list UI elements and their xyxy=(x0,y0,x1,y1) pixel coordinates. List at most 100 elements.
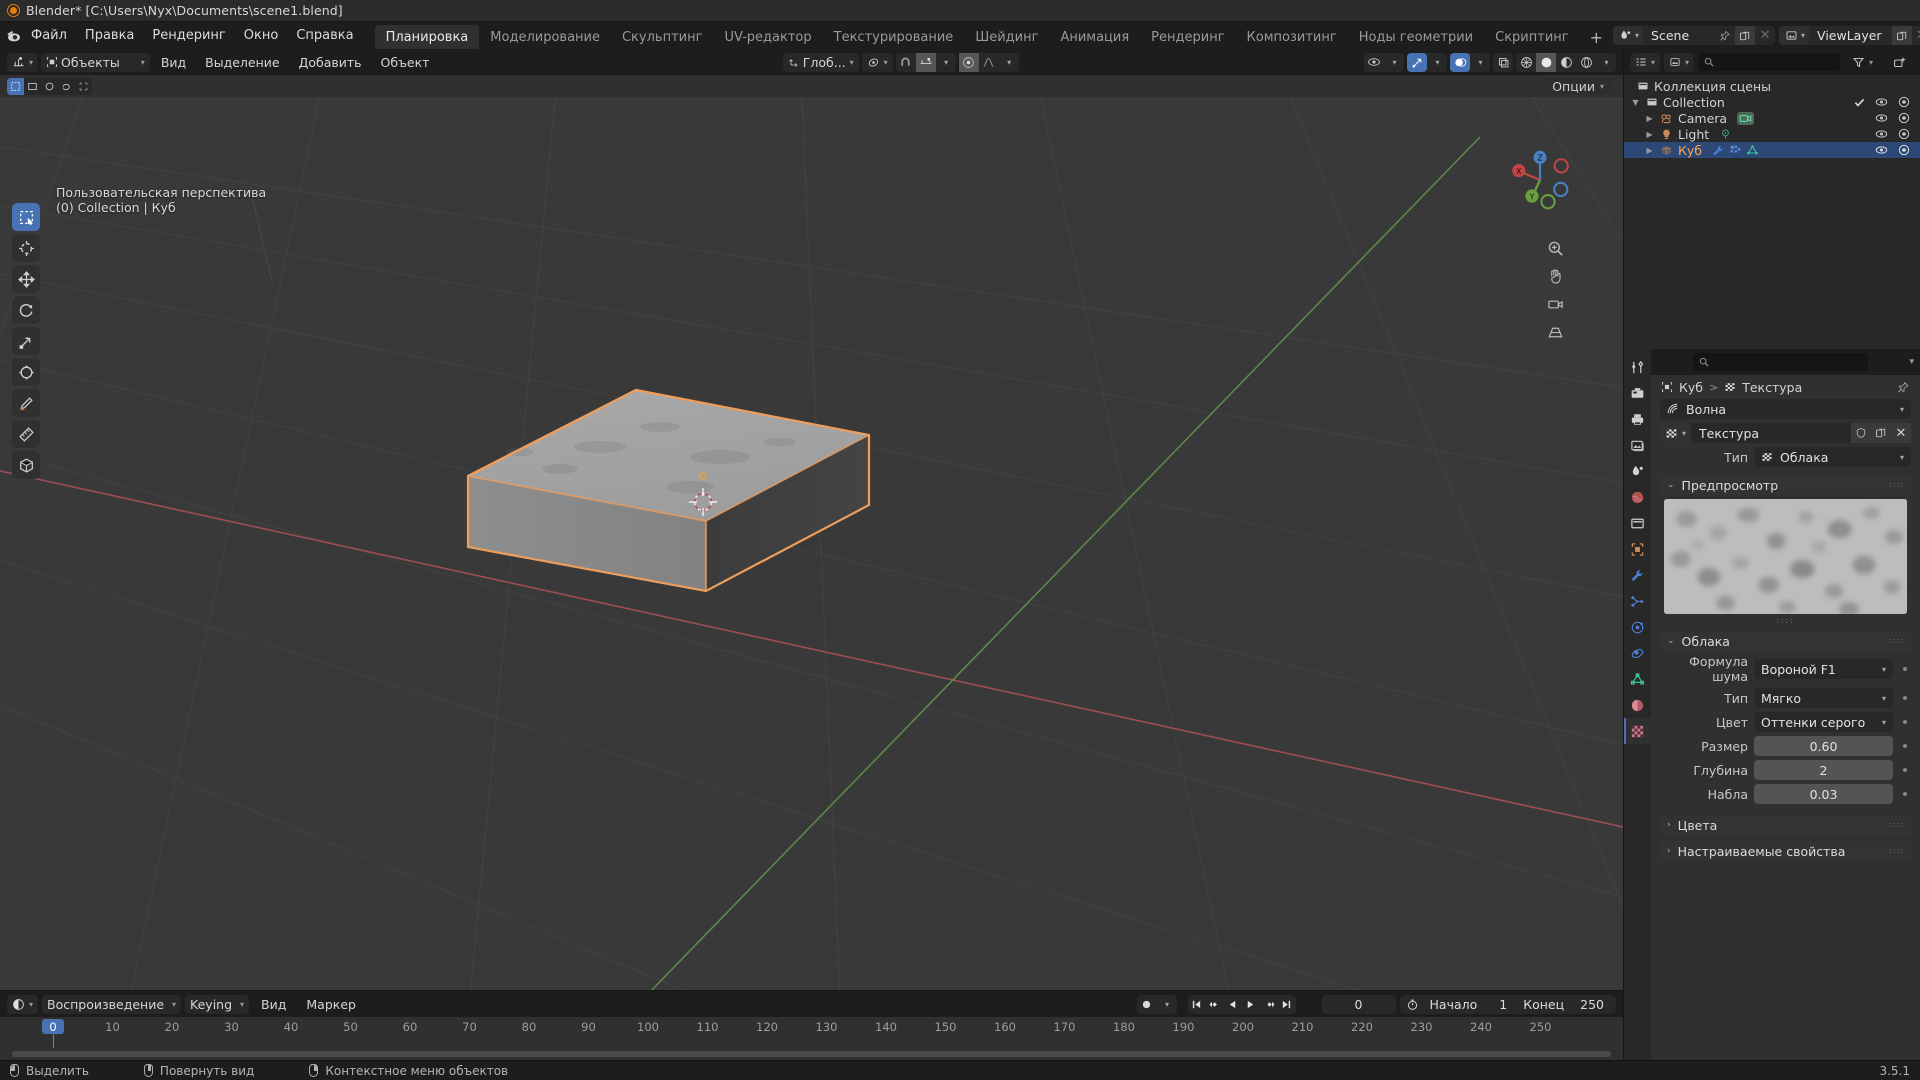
add-workspace-button[interactable]: + xyxy=(1580,25,1613,49)
auto-keying-dropdown-caret[interactable]: ▾ xyxy=(1157,995,1177,1014)
texture-type-dropdown[interactable]: Облака ▾ xyxy=(1754,447,1911,467)
texture-datablock-browse[interactable]: ▾ xyxy=(1660,423,1692,443)
unlink-x-icon[interactable]: ✕ xyxy=(1891,423,1911,443)
timeline-horizontal-scrollbar[interactable] xyxy=(12,1051,1611,1057)
play-icon[interactable] xyxy=(1241,994,1260,1014)
transform-orientation-selector[interactable]: Глоб... ▾ xyxy=(782,52,859,72)
cloud-type-dropdown[interactable]: Мягко ▾ xyxy=(1754,688,1893,708)
add-cube-tool[interactable] xyxy=(12,451,40,479)
cloud-color-dropdown[interactable]: Оттенки серого ▾ xyxy=(1754,712,1893,732)
outliner-editor-type-selector[interactable]: ▾ xyxy=(1630,52,1661,72)
delete-viewlayer-button[interactable]: ✕ xyxy=(1912,26,1920,45)
breadcrumb-object-label[interactable]: Куб xyxy=(1679,380,1703,395)
texture-tab[interactable] xyxy=(1624,718,1651,744)
viewport-menu-select[interactable]: Выделение xyxy=(197,53,287,72)
material-icon[interactable] xyxy=(1729,144,1742,157)
clouds-panel-header[interactable]: ⌄ Облака :::: xyxy=(1660,631,1911,651)
magnet-icon[interactable] xyxy=(896,53,916,72)
camera-data-icon[interactable] xyxy=(1737,111,1755,125)
viewport-options-button[interactable]: Опции ▾ xyxy=(1545,77,1611,95)
animate-property-dot[interactable] xyxy=(1899,768,1911,772)
tweak-tool[interactable] xyxy=(12,203,40,231)
frame-range-fields[interactable]: Начало 1 Конец 250 xyxy=(1399,994,1616,1014)
viewport-menu-object[interactable]: Объект xyxy=(373,53,438,72)
tab-sculpting[interactable]: Скульптинг xyxy=(611,25,713,49)
render-camera-icon[interactable] xyxy=(1898,96,1910,108)
menu-file[interactable]: Файл xyxy=(22,22,76,49)
menu-render[interactable]: Рендеринг xyxy=(143,22,234,49)
proportional-edit-icon[interactable] xyxy=(958,52,979,72)
snap-increment-icon[interactable] xyxy=(915,52,936,72)
tool-tab[interactable] xyxy=(1624,354,1651,380)
nabla-value-field[interactable]: 0.03 xyxy=(1754,784,1893,804)
xray-toggle-icon[interactable] xyxy=(1493,53,1513,72)
mesh-data-icon[interactable] xyxy=(1746,144,1759,157)
animate-property-dot[interactable] xyxy=(1899,696,1911,700)
scene-name[interactable]: Scene xyxy=(1643,28,1715,43)
new-collection-icon[interactable] xyxy=(1885,53,1914,72)
cursor-tool[interactable] xyxy=(12,234,40,262)
viewlayer-selector[interactable]: ▾ ViewLayer ✕ xyxy=(1779,26,1920,45)
viewlayer-images-tab[interactable] xyxy=(1624,432,1651,458)
camera-view-icon[interactable] xyxy=(1546,295,1565,314)
animate-property-dot[interactable] xyxy=(1899,720,1911,724)
checkbox-icon[interactable] xyxy=(1854,97,1865,108)
size-value-field[interactable]: 0.60 xyxy=(1754,736,1893,756)
rendered-shading-icon[interactable] xyxy=(1576,53,1596,72)
new-viewlayer-button[interactable] xyxy=(1891,26,1912,45)
wireframe-shading-icon[interactable] xyxy=(1516,53,1536,72)
editor-type-selector[interactable]: ▾ xyxy=(7,52,39,72)
overlays-toggle-icon[interactable] xyxy=(1450,52,1471,72)
annotate-tool[interactable] xyxy=(12,389,40,417)
start-frame-field[interactable]: Начало 1 xyxy=(1426,997,1518,1012)
timeline-playback-menu[interactable]: Воспроизведение ▾ xyxy=(42,994,182,1014)
gizmo-dropdown-caret[interactable]: ▾ xyxy=(1427,53,1447,72)
timeline-keying-menu[interactable]: Keying ▾ xyxy=(185,994,250,1014)
preview-resize-grip[interactable]: :::: xyxy=(1651,616,1920,625)
viewport-menu-view[interactable]: Вид xyxy=(153,53,194,72)
prev-keyframe-icon[interactable] xyxy=(1205,994,1224,1014)
constraints-tab[interactable] xyxy=(1624,640,1651,666)
end-frame-field[interactable]: Конец 250 xyxy=(1517,997,1616,1012)
menu-window[interactable]: Окно xyxy=(235,22,288,49)
lasso-select-icon[interactable] xyxy=(58,77,75,95)
outliner-row-collection[interactable]: ▼ Collection xyxy=(1624,94,1920,110)
object-mode-selector[interactable]: Объекты ▾ xyxy=(41,52,150,72)
breadcrumb-texture-label[interactable]: Текстура xyxy=(1742,380,1802,395)
animate-property-dot[interactable] xyxy=(1899,792,1911,796)
overlays-dropdown-caret[interactable]: ▾ xyxy=(1470,53,1490,72)
noise-basis-dropdown[interactable]: Вороной F1 ▾ xyxy=(1754,659,1893,679)
use-preview-range-icon[interactable] xyxy=(1400,998,1426,1011)
outliner-row-light[interactable]: ▶ Light xyxy=(1624,126,1920,142)
pin-scene-icon[interactable] xyxy=(1715,26,1735,45)
expand-triangle-icon[interactable]: ▶ xyxy=(1644,146,1655,155)
properties-header-dropdown-caret[interactable]: ▾ xyxy=(1909,357,1914,367)
show-hide-eye-icon[interactable] xyxy=(1364,53,1384,72)
pin-icon[interactable] xyxy=(1897,381,1910,394)
jump-start-icon[interactable] xyxy=(1187,994,1206,1014)
auto-keying-record-icon[interactable] xyxy=(1137,995,1157,1014)
timeline-playhead[interactable]: 0 xyxy=(42,1019,64,1034)
render-camera-icon[interactable] xyxy=(1898,112,1910,124)
output-printer-tab[interactable] xyxy=(1624,406,1651,432)
particles-tab[interactable] xyxy=(1624,588,1651,614)
menu-edit[interactable]: Правка xyxy=(76,22,143,49)
snap-dropdown-caret[interactable]: ▾ xyxy=(936,53,956,72)
object-tab[interactable] xyxy=(1624,536,1651,562)
shading-dropdown-caret[interactable]: ▾ xyxy=(1596,53,1616,72)
navigation-gizmo[interactable]: Z X Y xyxy=(1507,147,1573,213)
measure-tool[interactable] xyxy=(12,420,40,448)
viewport-menu-add[interactable]: Добавить xyxy=(291,53,370,72)
scene-icon[interactable]: ▾ xyxy=(1613,26,1644,45)
rotate-tool[interactable] xyxy=(12,296,40,324)
tab-modeling[interactable]: Моделирование xyxy=(479,25,611,49)
menu-help[interactable]: Справка xyxy=(287,22,362,49)
next-keyframe-icon[interactable] xyxy=(1259,994,1278,1014)
new-copy-icon[interactable] xyxy=(1871,423,1891,443)
tweak-select-icon[interactable] xyxy=(7,77,24,95)
tab-layout[interactable]: Планировка xyxy=(374,25,480,49)
expand-triangle-icon[interactable]: ▶ xyxy=(1644,114,1655,123)
circle-select-icon[interactable] xyxy=(41,77,58,95)
modifier-tab[interactable] xyxy=(1624,562,1651,588)
depth-value-field[interactable]: 2 xyxy=(1754,760,1893,780)
